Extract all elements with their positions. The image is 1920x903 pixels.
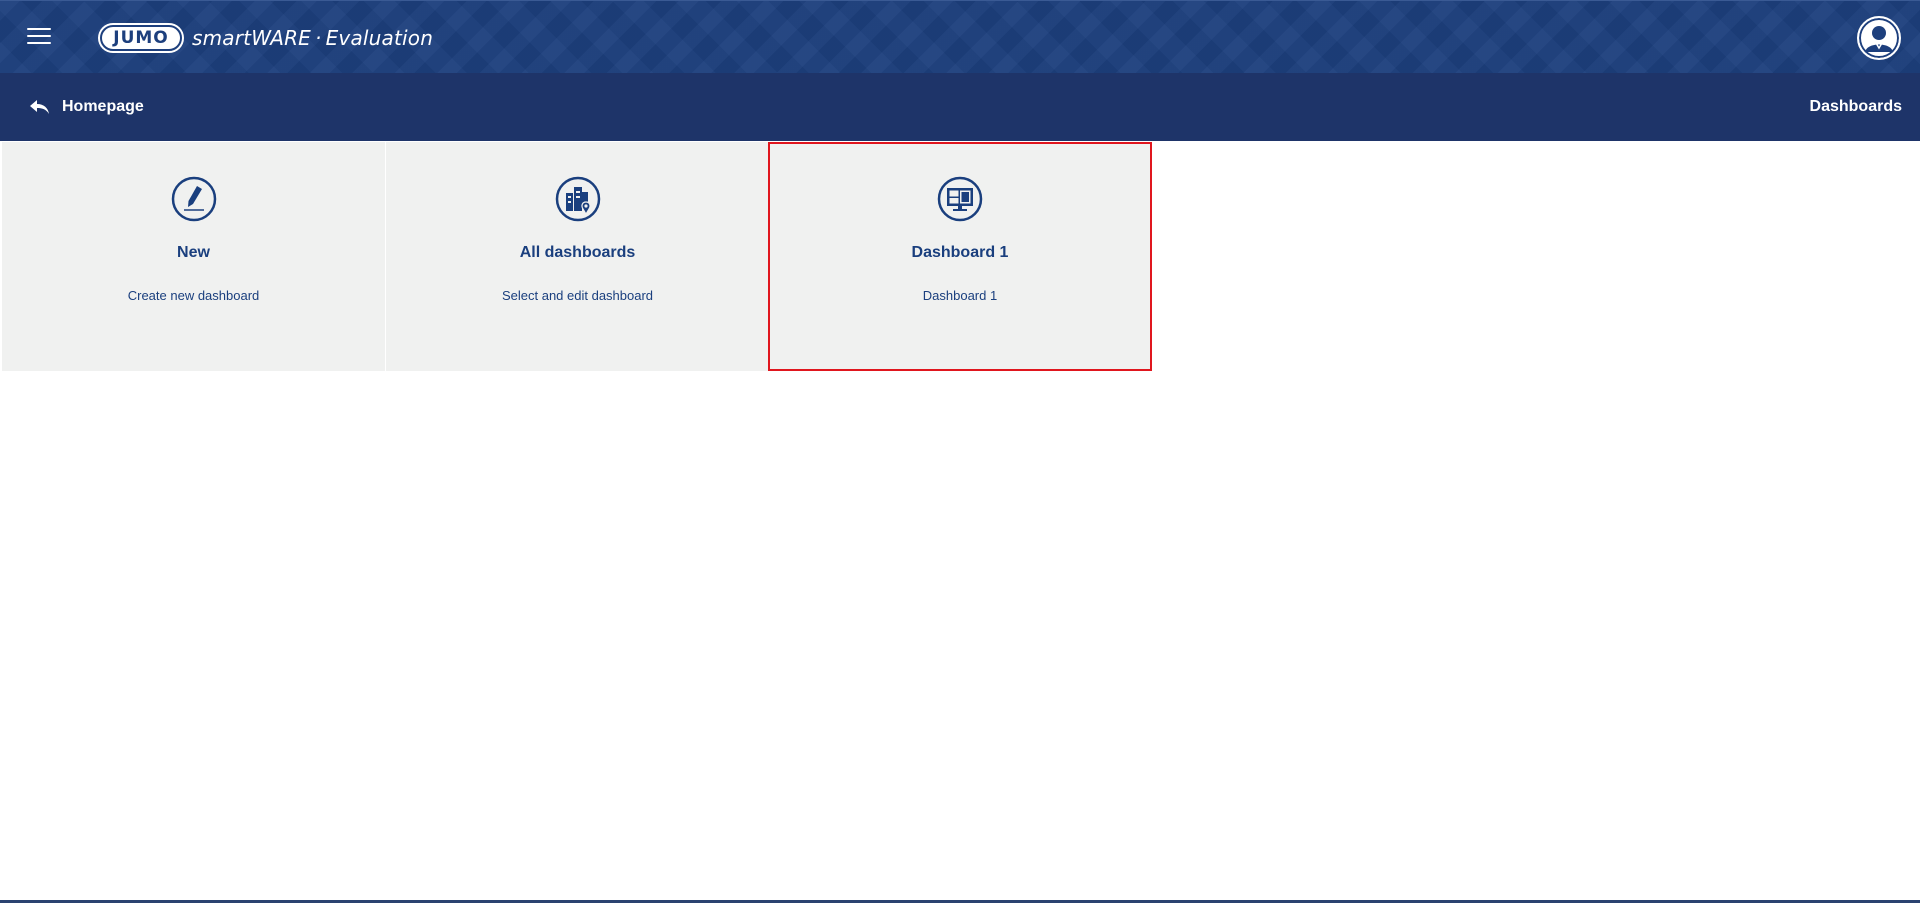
tile-title: New: [177, 244, 210, 261]
tile-title: All dashboards: [519, 244, 636, 261]
product-title: smartWARE · Evaluation: [192, 26, 433, 50]
back-link-label: Homepage: [62, 98, 144, 115]
tile-all-dashboards[interactable]: All dashboards Select and edit dashboard: [386, 142, 769, 371]
dashboard-tiles: New Create new dashboard All dashboards …: [0, 142, 1152, 371]
pencil-edit-icon: [171, 176, 216, 222]
tile-subtitle: Dashboard 1: [922, 288, 998, 303]
tile-new-dashboard[interactable]: New Create new dashboard: [2, 142, 385, 371]
jumo-logo-text: JUMO: [100, 25, 182, 51]
back-arrow-icon: [30, 100, 49, 114]
section-title: Dashboards: [1809, 98, 1902, 115]
product-separator: ·: [315, 26, 322, 50]
product-name: smartWARE: [192, 26, 312, 50]
product-module: Evaluation: [325, 26, 434, 50]
buildings-location-icon: [555, 176, 600, 222]
tile-subtitle: Create new dashboard: [127, 288, 260, 303]
tile-title: Dashboard 1: [911, 244, 1009, 261]
tile-subtitle: Select and edit dashboard: [501, 288, 654, 303]
app-logo[interactable]: JUMO smartWARE · Evaluation: [98, 22, 433, 54]
jumo-logo: JUMO: [98, 23, 184, 53]
homepage-back-link[interactable]: Homepage: [28, 95, 144, 119]
user-avatar-icon[interactable]: [1857, 16, 1901, 60]
app-header: JUMO smartWARE · Evaluation: [0, 0, 1920, 73]
monitor-dashboard-icon: [937, 176, 983, 222]
sub-navigation-bar: Homepage Dashboards: [0, 73, 1920, 141]
tile-dashboard-1[interactable]: Dashboard 1 Dashboard 1: [768, 142, 1152, 371]
hamburger-menu-icon[interactable]: [27, 28, 51, 48]
